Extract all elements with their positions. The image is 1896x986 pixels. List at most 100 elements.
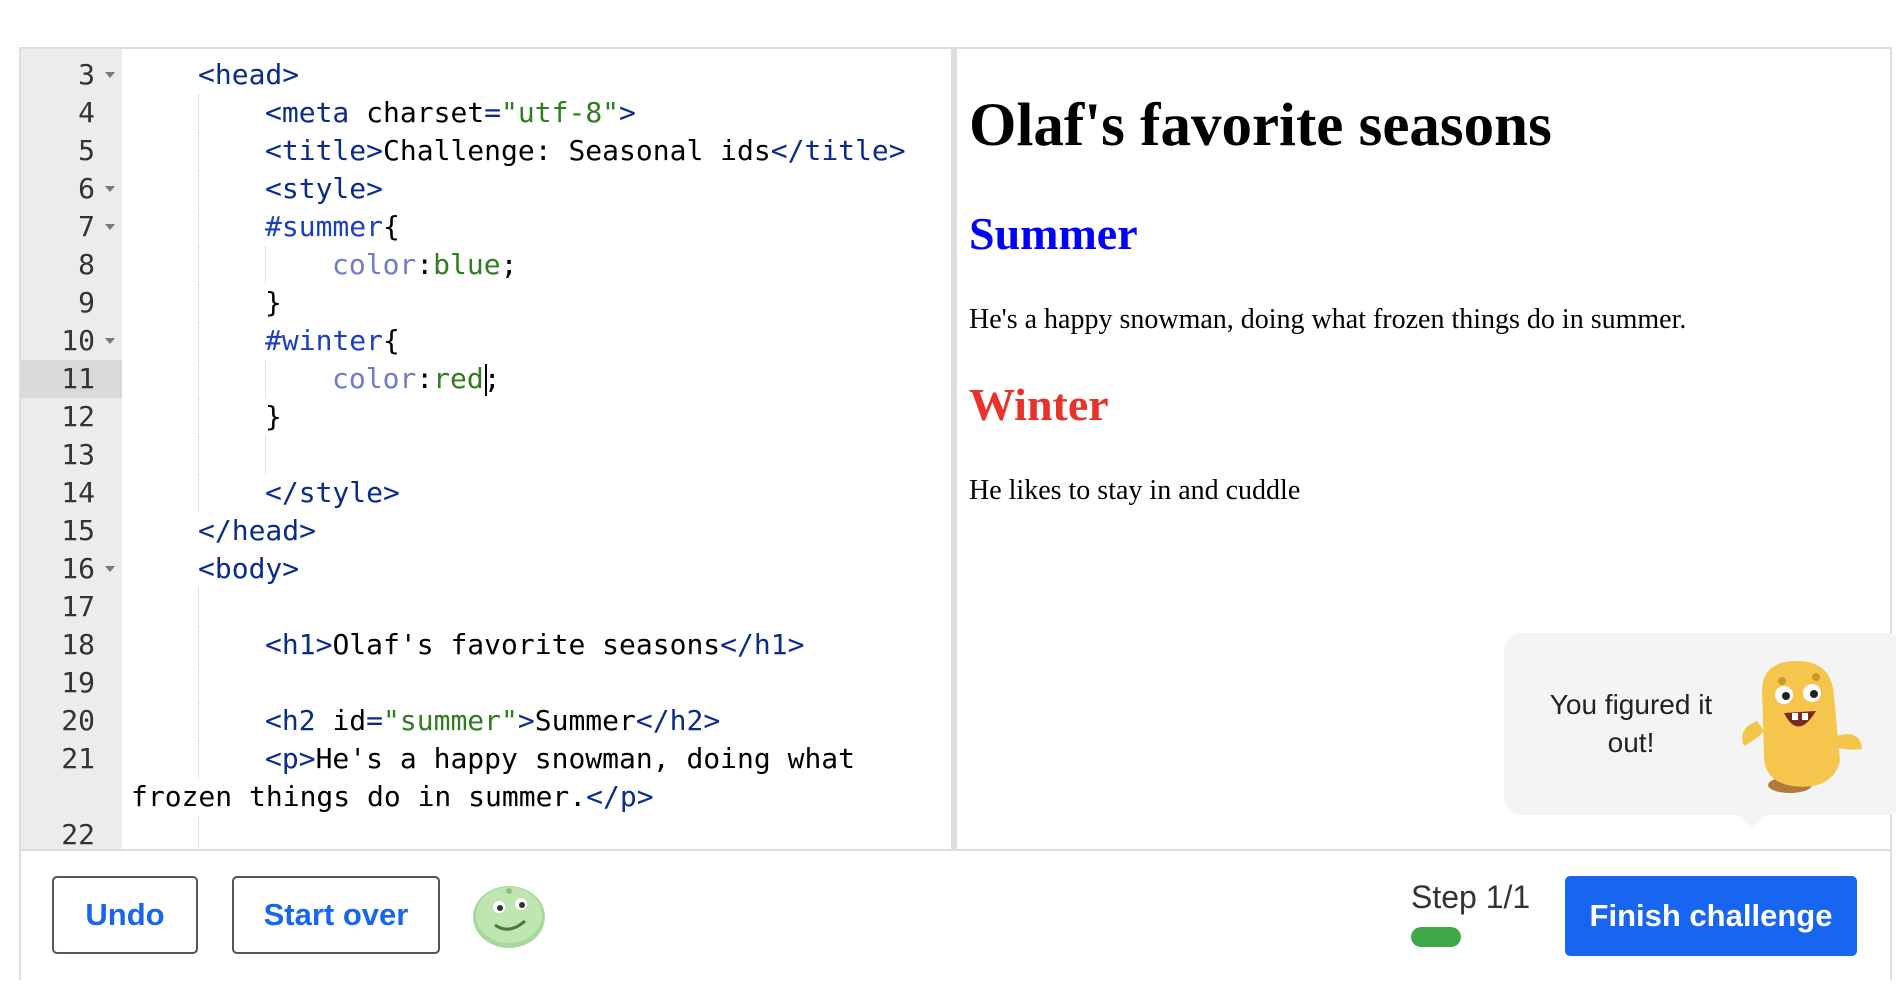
line-number: 19 [61, 666, 95, 699]
code-text[interactable]: <style> [131, 170, 383, 208]
code-line[interactable]: 21 <p>He's a happy snowman, doing what [21, 740, 951, 778]
code-token: Olaf's favorite seasons [332, 628, 721, 661]
code-text[interactable]: } [131, 284, 282, 322]
code-text[interactable]: </head> [131, 512, 316, 550]
code-text[interactable]: #summer{ [131, 208, 400, 246]
success-tooltip: You figured it out! [1504, 633, 1896, 829]
code-text[interactable] [131, 588, 265, 626]
line-number: 11 [21, 360, 122, 398]
line-number: 5 [78, 134, 95, 167]
code-token: = [484, 96, 502, 129]
code-line[interactable]: 10 #winter{ [21, 322, 951, 360]
code-text[interactable]: <h1>Olaf's favorite seasons</h1> [131, 626, 804, 664]
code-line[interactable]: 15 </head> [21, 512, 951, 550]
code-token: color [332, 248, 417, 281]
code-token: : [416, 248, 434, 281]
line-number: 14 [61, 476, 95, 509]
code-text[interactable] [131, 436, 332, 474]
code-text[interactable]: <head> [131, 56, 299, 94]
code-token: red [433, 362, 484, 395]
code-text[interactable]: <p>He's a happy snowman, doing what [131, 740, 855, 778]
indent-guide [198, 436, 265, 474]
indent-guide [131, 474, 198, 512]
indent-guide [198, 588, 265, 626]
step-indicator: Step 1/1 [1411, 879, 1531, 915]
code-text[interactable] [131, 816, 265, 849]
code-token: = [366, 704, 384, 737]
code-line[interactable]: 13 [21, 436, 951, 474]
code-text[interactable]: <h2 id="summer">Summer</h2> [131, 702, 720, 740]
line-number: 12 [61, 400, 95, 433]
code-editor[interactable]: 3 <head> 4 <meta charset="utf-8"> 5 <title>Ch… [21, 49, 951, 849]
code-line[interactable]: 20 <h2 id="summer">Summer</h2> [21, 702, 951, 740]
code-line[interactable]: 3 <head> [21, 56, 951, 94]
summer-heading: Summer [969, 208, 1138, 259]
code-token: He's a happy snowman, doing what [315, 742, 856, 775]
indent-guide [131, 512, 198, 550]
indent-guide [265, 246, 332, 284]
undo-button[interactable]: Undo [52, 876, 198, 954]
code-line[interactable]: 16 <body> [21, 550, 951, 588]
code-line[interactable]: 11 color:red; [21, 360, 951, 398]
code-line[interactable]: 9} [21, 284, 951, 322]
start-over-button[interactable]: Start over [232, 876, 440, 954]
indent-guide [198, 94, 265, 132]
winter-heading: Winter [969, 379, 1109, 430]
code-line[interactable]: 5 <title>Challenge: Seasonal ids</title> [21, 132, 951, 170]
indent-guide [131, 94, 198, 132]
indent-guide [131, 208, 198, 246]
indent-guide [131, 702, 198, 740]
code-text[interactable]: color:blue; [131, 246, 517, 284]
code-token: ; [483, 362, 501, 395]
indent-guide [265, 360, 332, 398]
code-token: : [416, 362, 434, 395]
code-text[interactable]: <meta charset="utf-8"> [131, 94, 636, 132]
code-line[interactable]: 6 <style> [21, 170, 951, 208]
code-line[interactable]: 19 [21, 664, 951, 702]
code-line[interactable]: 14 </style> [21, 474, 951, 512]
fold-arrow-icon[interactable] [105, 72, 115, 78]
code-line[interactable]: frozen things do in summer.</p> [21, 778, 951, 816]
code-text[interactable]: color:red; [131, 360, 501, 398]
fold-arrow-icon[interactable] [105, 566, 115, 572]
line-number: 10 [21, 322, 122, 360]
code-token: #winter [265, 324, 384, 357]
green-avatar-icon [469, 879, 549, 956]
indent-guide [131, 550, 198, 588]
indent-guide [131, 132, 198, 170]
code-line[interactable]: 22 [21, 816, 951, 849]
code-line[interactable]: 18 <h1>Olaf's favorite seasons</h1> [21, 626, 951, 664]
code-text[interactable]: </style> [131, 474, 400, 512]
code-line[interactable]: 8 color:blue; [21, 246, 951, 284]
code-token: "utf-8" [501, 96, 620, 129]
finish-challenge-button[interactable]: Finish challenge [1565, 876, 1857, 956]
line-number: 20 [61, 704, 95, 737]
indent-guide [131, 436, 198, 474]
code-line[interactable]: 17 [21, 588, 951, 626]
fold-arrow-icon[interactable] [105, 186, 115, 192]
code-line[interactable]: 12} [21, 398, 951, 436]
code-text[interactable]: #winter{ [131, 322, 400, 360]
code-token: </head> [198, 514, 317, 547]
fold-arrow-icon[interactable] [105, 338, 115, 344]
code-text[interactable]: <body> [131, 550, 299, 588]
indent-guide [198, 208, 265, 246]
indent-guide [198, 664, 265, 702]
code-text[interactable]: <title>Challenge: Seasonal ids</title> [131, 132, 906, 170]
code-text[interactable] [131, 664, 265, 702]
indent-guide [198, 626, 265, 664]
code-text[interactable]: frozen things do in summer.</p> [131, 778, 654, 816]
line-number: 16 [21, 550, 122, 588]
code-token: </style> [265, 476, 400, 509]
code-token: "summer" [383, 704, 518, 737]
code-line[interactable]: 7 #summer{ [21, 208, 951, 246]
tooltip-pointer [1738, 815, 1766, 829]
success-message: You figured it out! [1549, 689, 1713, 758]
indent-guide [131, 626, 198, 664]
indent-guide [131, 664, 198, 702]
yellow-monster-icon [1732, 651, 1872, 806]
code-line[interactable]: 4 <meta charset="utf-8"> [21, 94, 951, 132]
code-text[interactable]: } [131, 398, 282, 436]
fold-arrow-icon[interactable] [105, 224, 115, 230]
line-number: 17 [61, 590, 95, 623]
